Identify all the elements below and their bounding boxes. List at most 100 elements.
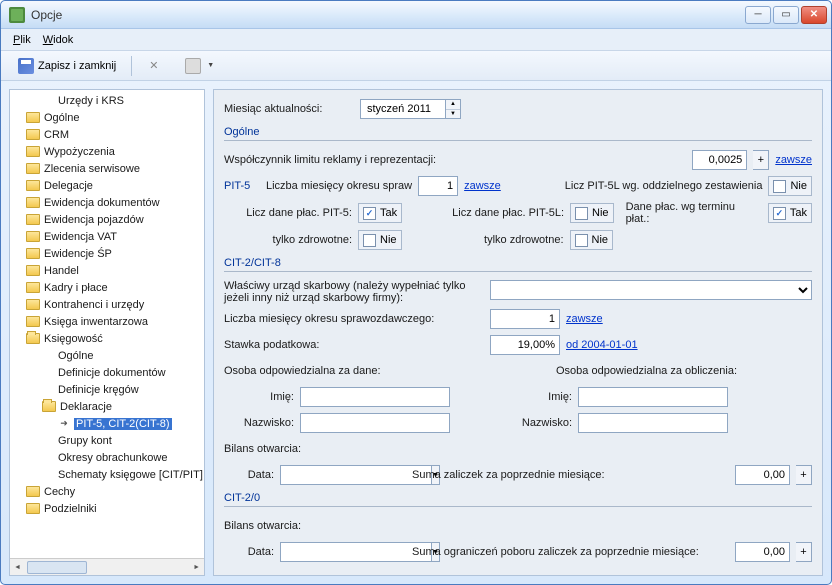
- tree-item[interactable]: Ewidencja dokumentów: [10, 194, 204, 211]
- tree-item[interactable]: Ewidencja VAT: [10, 228, 204, 245]
- tree-item-label: Handel: [44, 265, 79, 277]
- tax-rate-input[interactable]: [490, 335, 560, 355]
- tax-office-select[interactable]: [490, 280, 812, 300]
- app-icon: [9, 7, 25, 23]
- tree-item-label: Wypożyczenia: [44, 146, 115, 158]
- tree-item[interactable]: Cechy: [10, 483, 204, 500]
- print-icon: [185, 58, 201, 74]
- tree-item[interactable]: Kontrahenci i urzędy: [10, 296, 204, 313]
- tree-item-label: Ewidencja dokumentów: [44, 197, 160, 209]
- tree-item[interactable]: Księga inwentarzowa: [10, 313, 204, 330]
- resp-calc-lastname-input[interactable]: [578, 413, 728, 433]
- save-and-close-button[interactable]: Zapisz i zamknij: [9, 54, 125, 78]
- ad-limit-plus-button[interactable]: +: [753, 150, 769, 170]
- tree-item[interactable]: Deklaracje: [10, 398, 204, 415]
- tree-item[interactable]: Podzielniki: [10, 500, 204, 517]
- tree-panel: Urzędy i KRS Ogólne CRM Wypożyczenia Zleceni…: [9, 89, 205, 576]
- tree-item[interactable]: Wypożyczenia: [10, 143, 204, 160]
- toolbar-divider: [131, 56, 132, 76]
- tree-item[interactable]: CRM: [10, 126, 204, 143]
- opening-balance2-label: Bilans otwarcia:: [224, 520, 301, 532]
- tree-item[interactable]: Kadry i płace: [10, 279, 204, 296]
- menu-view[interactable]: Widok: [43, 34, 74, 46]
- maximize-button[interactable]: ▭: [773, 6, 799, 24]
- prev-limits-plus-button[interactable]: +: [796, 542, 812, 562]
- tree-horizontal-scrollbar[interactable]: [10, 558, 204, 575]
- toolbar: Zapisz i zamknij ▼: [1, 51, 831, 81]
- tree-item[interactable]: Grupy kont: [10, 432, 204, 449]
- tree-item[interactable]: Definicje kręgów: [10, 381, 204, 398]
- close-button[interactable]: ✕: [801, 6, 827, 24]
- tree-item-label: Delegacje: [44, 180, 93, 192]
- folder-icon: [26, 316, 40, 327]
- menu-file[interactable]: Plik: [13, 34, 31, 46]
- folder-icon: [26, 486, 40, 497]
- resp-data-firstname-input[interactable]: [300, 387, 450, 407]
- tree-item[interactable]: Księgowość: [10, 330, 204, 347]
- opening-date1[interactable]: ▼: [280, 465, 380, 485]
- firstname1-label: Imię:: [224, 391, 294, 403]
- prev-advances-input[interactable]: [735, 465, 790, 485]
- tools-icon: [147, 58, 163, 74]
- only-health2-checkbox[interactable]: Nie: [570, 230, 614, 250]
- tree-item[interactable]: Handel: [10, 262, 204, 279]
- folder-icon: [26, 503, 40, 514]
- months-reporting-always-link[interactable]: zawsze: [464, 180, 501, 192]
- tree-item-label: Ogólne: [44, 112, 79, 124]
- validity-month-spinner[interactable]: ▲▼: [360, 99, 461, 119]
- tree-item-label: Okresy obrachunkowe: [58, 452, 167, 464]
- pit5l-separate-checkbox[interactable]: Nie: [768, 176, 812, 196]
- by-due-checkbox[interactable]: Tak: [768, 203, 812, 223]
- tree-item[interactable]: Ewidencja pojazdów: [10, 211, 204, 228]
- minimize-button[interactable]: ─: [745, 6, 771, 24]
- spin-down[interactable]: ▼: [446, 110, 460, 119]
- tax-rate-date-link[interactable]: od 2004-01-01: [566, 339, 638, 351]
- tools-button[interactable]: [138, 54, 172, 78]
- tree-scroll[interactable]: Urzędy i KRS Ogólne CRM Wypożyczenia Zleceni…: [10, 90, 204, 558]
- pit5l-separate-label: Licz PIT-5L wg. oddzielnego zestawienia: [565, 180, 763, 192]
- tree-item-label: Ewidencja VAT: [44, 231, 117, 243]
- section-cit20: CIT-2/0: [224, 492, 812, 507]
- prev-limits-input[interactable]: [735, 542, 790, 562]
- opening-date2-input[interactable]: [280, 542, 432, 562]
- folder-icon: [26, 197, 40, 208]
- ad-limit-input[interactable]: [692, 150, 747, 170]
- print-button[interactable]: ▼: [176, 54, 223, 78]
- tree-item[interactable]: Zlecenia serwisowe: [10, 160, 204, 177]
- ad-limit-always-link[interactable]: zawsze: [775, 154, 812, 166]
- tree-item-label: PIT-5, CIT-2(CIT-8): [74, 418, 172, 430]
- months-rep2-always-link[interactable]: zawsze: [566, 313, 603, 325]
- folder-icon: [26, 299, 40, 310]
- date2-label: Data:: [224, 546, 274, 558]
- prev-advances-plus-button[interactable]: +: [796, 465, 812, 485]
- tree-item[interactable]: Definicje dokumentów: [10, 364, 204, 381]
- tree-item[interactable]: Urzędy i KRS: [10, 92, 204, 109]
- options-window: Opcje ─ ▭ ✕ Plik Widok Zapisz i zamknij …: [0, 0, 832, 585]
- months-reporting-input[interactable]: [418, 176, 458, 196]
- lastname2-label: Nazwisko:: [512, 417, 572, 429]
- only-health1-checkbox[interactable]: Nie: [358, 230, 402, 250]
- resp-data-lastname-input[interactable]: [300, 413, 450, 433]
- tree-item[interactable]: Ogólne: [10, 347, 204, 364]
- validity-month-input[interactable]: [361, 100, 445, 118]
- resp-calc-firstname-input[interactable]: [578, 387, 728, 407]
- opening-date1-input[interactable]: [280, 465, 432, 485]
- tree-item[interactable]: Delegacje: [10, 177, 204, 194]
- tree-item[interactable]: Ogólne: [10, 109, 204, 126]
- section-general: Ogólne: [224, 126, 812, 141]
- folder-icon: [26, 129, 40, 140]
- tree-item-label: Urzędy i KRS: [58, 95, 124, 107]
- tree-item[interactable]: Okresy obrachunkowe: [10, 449, 204, 466]
- opening-date2[interactable]: ▼: [280, 542, 380, 562]
- resp-calc-label: Osoba odpowiedzialna za obliczenia:: [556, 365, 737, 377]
- months-rep2-input[interactable]: [490, 309, 560, 329]
- spin-up[interactable]: ▲: [446, 100, 460, 110]
- count-pit5l-checkbox[interactable]: Nie: [570, 203, 614, 223]
- tree-item[interactable]: Schematy księgowe [CIT/PIT]: [10, 466, 204, 483]
- count-pit5-checkbox[interactable]: Tak: [358, 203, 402, 223]
- tree-item[interactable]: ➜PIT-5, CIT-2(CIT-8): [10, 415, 204, 432]
- tree-item[interactable]: Ewidencje ŚP: [10, 245, 204, 262]
- date1-label: Data:: [224, 469, 274, 481]
- tree-item-label: Grupy kont: [58, 435, 112, 447]
- tree-item-label: Ewidencje ŚP: [44, 248, 112, 260]
